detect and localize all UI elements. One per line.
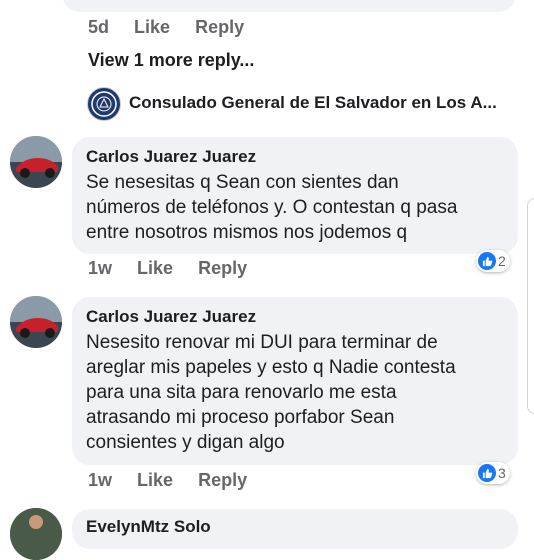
avatar[interactable] bbox=[10, 296, 62, 348]
reaction-number: 3 bbox=[498, 465, 506, 481]
previous-comment-bubble bbox=[62, 0, 516, 12]
view-more-replies-link[interactable]: View 1 more reply... bbox=[88, 50, 254, 71]
comment-bubble: Carlos Juarez Juarez Se nesesitas q Sean… bbox=[72, 137, 518, 254]
like-button[interactable]: Like bbox=[137, 258, 173, 278]
comment-line: areglar mis papeles y esto q Nadie conte… bbox=[86, 357, 456, 378]
like-button[interactable]: Like bbox=[137, 470, 173, 490]
comment-line: consientes y digan algo bbox=[86, 432, 285, 453]
comment-time: 1w bbox=[88, 470, 113, 490]
comment-time: 1w bbox=[88, 258, 113, 278]
car-photo-icon bbox=[10, 136, 62, 188]
comment-time: 5d bbox=[88, 17, 110, 37]
comment-text: Nesesito renovar mi DUI para terminar de… bbox=[86, 330, 456, 455]
comment-line: entre nosotros mismos nos jodemos q bbox=[86, 222, 408, 243]
car-photo-icon bbox=[10, 296, 62, 348]
comment-author[interactable]: Carlos Juarez Juarez bbox=[86, 147, 256, 167]
comment-bubble: EvelynMtz Solo bbox=[72, 509, 518, 549]
comment-text: Se nesesitas q Sean con sientes dan núme… bbox=[86, 170, 457, 245]
profile-photo-icon bbox=[10, 508, 62, 560]
comment-line: atrasando mi proceso porfabor Sean bbox=[86, 407, 395, 428]
comment-line: Se nesesitas q Sean con sientes dan bbox=[86, 172, 399, 193]
page-reply-name[interactable]: Consulado General de El Salvador en Los … bbox=[129, 93, 497, 113]
comment-line: Nesesito renovar mi DUI para terminar de bbox=[86, 332, 438, 353]
like-reaction-icon bbox=[478, 252, 496, 270]
comment-author[interactable]: EvelynMtz Solo bbox=[86, 517, 211, 537]
reply-button[interactable]: Reply bbox=[198, 470, 247, 490]
comment-bubble: Carlos Juarez Juarez Nesesito renovar mi… bbox=[72, 297, 518, 465]
page-avatar[interactable] bbox=[87, 87, 121, 121]
like-button[interactable]: Like bbox=[134, 17, 170, 37]
comment-actions: 1w Like Reply bbox=[88, 470, 267, 491]
reply-button[interactable]: Reply bbox=[198, 258, 247, 278]
reaction-count[interactable]: 2 bbox=[476, 250, 510, 272]
comment-author[interactable]: Carlos Juarez Juarez bbox=[86, 307, 256, 327]
comment-line: números de teléfonos y. O contestan q pa… bbox=[86, 197, 458, 218]
avatar[interactable] bbox=[10, 508, 62, 560]
side-panel-edge bbox=[527, 198, 534, 414]
reaction-number: 2 bbox=[498, 253, 506, 269]
comment-actions: 1w Like Reply bbox=[88, 258, 267, 279]
comment-line: para una sita para renovarlo me esta bbox=[86, 382, 397, 403]
reply-button[interactable]: Reply bbox=[195, 17, 244, 37]
seal-icon bbox=[91, 91, 117, 117]
avatar[interactable] bbox=[10, 136, 62, 188]
comment-actions-top: 5d Like Reply bbox=[88, 17, 264, 38]
like-reaction-icon bbox=[478, 464, 496, 482]
reaction-count[interactable]: 3 bbox=[476, 462, 510, 484]
